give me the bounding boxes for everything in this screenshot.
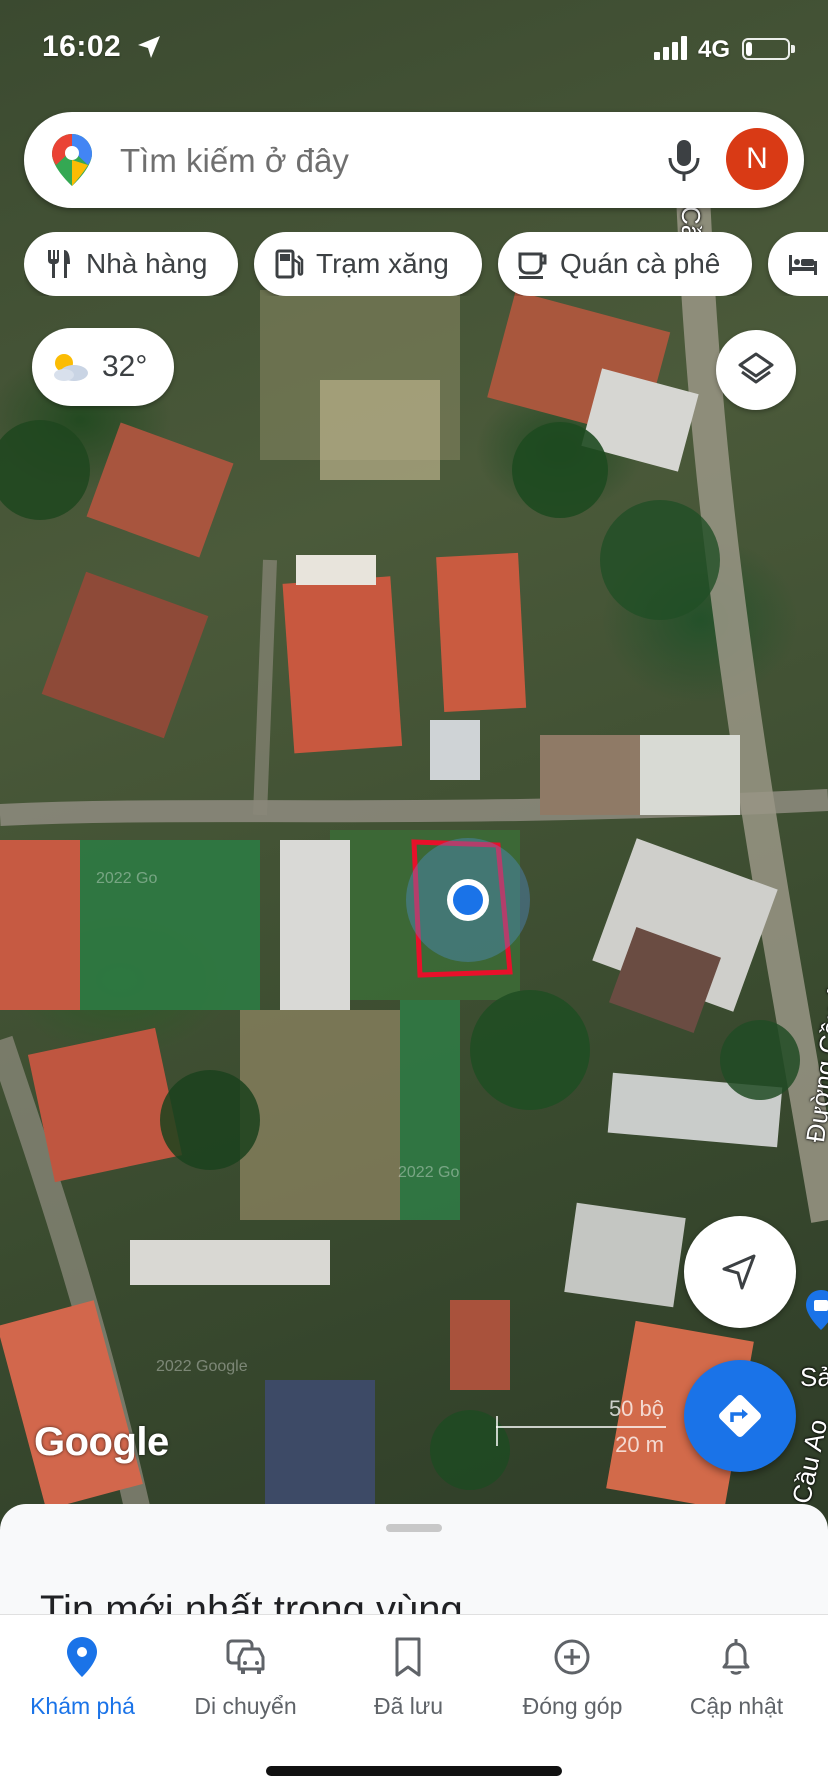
microphone-icon[interactable] (664, 138, 704, 182)
network-type: 4G (698, 36, 731, 63)
weather-temperature: 32° (102, 350, 148, 383)
nav-label: Đóng góp (522, 1693, 623, 1719)
partly-cloudy-icon (54, 354, 88, 381)
sheet-heading: Tin mới nhất trong vùng (40, 1588, 463, 1614)
nav-updates[interactable]: Cập nhật (654, 1615, 819, 1735)
weather-chip[interactable]: 32° (32, 328, 174, 406)
gas-station-icon (275, 249, 304, 279)
battery-icon (742, 38, 795, 60)
current-location-dot (453, 885, 483, 915)
scale-metric: 20 m (615, 1432, 664, 1457)
chip-label: Quán cà phê (560, 248, 721, 279)
status-time: 16:02 (42, 30, 122, 63)
nav-label: Cập nhật (689, 1693, 784, 1719)
directions-button[interactable] (684, 1360, 796, 1472)
category-chips: Nhà hàng Trạm xăng Quán cà phê (24, 232, 828, 296)
place-label-edge: Sả (800, 1362, 828, 1392)
nav-explore[interactable]: Khám phá (0, 1615, 165, 1735)
navigation-arrow-icon (722, 1254, 756, 1290)
home-indicator[interactable] (266, 1766, 562, 1776)
explore-pin-icon (67, 1637, 97, 1677)
bookmark-icon (395, 1637, 421, 1677)
chip-label: Trạm xăng (316, 248, 449, 279)
my-location-button[interactable] (684, 1216, 796, 1328)
hotel-bed-icon (789, 255, 817, 275)
sheet-drag-handle[interactable] (386, 1524, 442, 1532)
nav-label: Đã lưu (373, 1693, 444, 1719)
bottom-sheet[interactable]: Tin mới nhất trong vùng (0, 1504, 828, 1614)
chip-restaurants[interactable]: Nhà hàng (24, 232, 238, 296)
google-maps-pin-icon (52, 134, 92, 186)
coffee-cup-icon (518, 252, 547, 279)
cellular-signal-icon (654, 36, 687, 60)
shopping-pin-icon[interactable] (806, 1290, 828, 1330)
directions-icon (719, 1395, 761, 1437)
layers-icon (738, 352, 774, 384)
nav-label: Di chuyển (194, 1693, 297, 1719)
battery-level (746, 42, 752, 56)
scale-bar (496, 1416, 666, 1446)
nav-commute[interactable]: Di chuyển (163, 1615, 328, 1735)
location-services-icon (138, 36, 160, 58)
add-circle-icon (554, 1639, 590, 1675)
map-scale: 50 bộ 20 m (496, 1396, 672, 1457)
chip-coffee[interactable]: Quán cà phê (498, 232, 752, 296)
chip-label: Nhà hàng (86, 248, 208, 279)
google-logo: Google (34, 1420, 169, 1464)
account-avatar[interactable]: N (726, 128, 788, 190)
car-commute-icon (226, 1639, 265, 1674)
search-bar[interactable]: Tìm kiếm ở đây N (24, 112, 804, 208)
layers-button[interactable] (716, 330, 796, 410)
restaurant-icon (48, 250, 70, 278)
nav-contribute[interactable]: Đóng góp (490, 1615, 655, 1735)
nav-saved[interactable]: Đã lưu (326, 1615, 491, 1735)
status-bar: 16:02 4G (0, 0, 828, 90)
chip-hotels[interactable] (768, 232, 828, 296)
chip-gas-stations[interactable]: Trạm xăng (254, 232, 482, 296)
search-input[interactable]: Tìm kiếm ở đây (120, 142, 349, 180)
bell-icon (722, 1639, 750, 1675)
nav-label: Khám phá (30, 1693, 135, 1719)
scale-imperial: 50 bộ (608, 1396, 664, 1421)
